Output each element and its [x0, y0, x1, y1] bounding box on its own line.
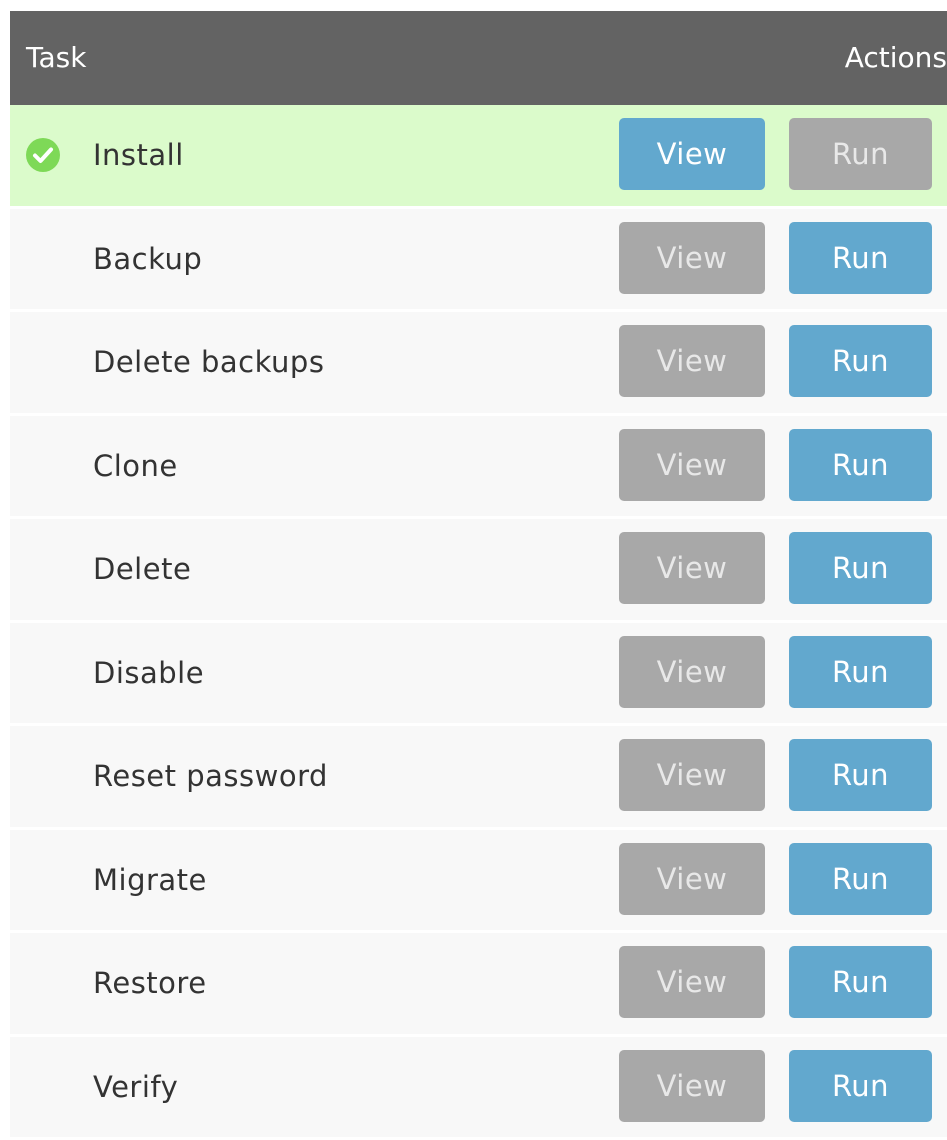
table-row: Delete View Run: [10, 519, 947, 623]
task-label: Clone: [93, 449, 178, 483]
task-column-header: Task: [26, 41, 86, 74]
task-label: Disable: [93, 656, 204, 690]
view-button[interactable]: View: [619, 739, 765, 811]
table-row: Disable View Run: [10, 623, 947, 727]
task-label: Delete: [93, 552, 191, 586]
view-button[interactable]: View: [619, 843, 765, 915]
run-button[interactable]: Run: [789, 843, 932, 915]
task-label: Install: [93, 138, 184, 172]
table-row: Migrate View Run: [10, 830, 947, 934]
task-label: Backup: [93, 242, 202, 276]
view-button[interactable]: View: [619, 325, 765, 397]
table-body: InstallViewRunBackupViewRunDelete backup…: [10, 105, 947, 1140]
run-button[interactable]: Run: [789, 636, 932, 708]
task-label: Delete backups: [93, 345, 324, 379]
task-label: Restore: [93, 966, 207, 1000]
task-label: Reset password: [93, 759, 328, 793]
run-button[interactable]: Run: [789, 1050, 932, 1122]
view-button[interactable]: View: [619, 429, 765, 501]
run-button[interactable]: Run: [789, 325, 932, 397]
run-button[interactable]: Run: [789, 429, 932, 501]
actions-column-header: Actions: [845, 41, 947, 74]
table-row: Delete backups View Run: [10, 312, 947, 416]
table-row: Install View Run: [10, 105, 947, 209]
view-button[interactable]: View: [619, 946, 765, 1018]
run-button[interactable]: Run: [789, 222, 932, 294]
view-button[interactable]: View: [619, 1050, 765, 1122]
run-button[interactable]: Run: [789, 118, 932, 190]
table-header: Task Actions: [10, 11, 947, 105]
task-table: Task Actions Install View Run Backup View Run…: [10, 11, 947, 1140]
table-row: Verify View Run: [10, 1037, 947, 1140]
view-button[interactable]: View: [619, 532, 765, 604]
table-row: Reset password View Run: [10, 726, 947, 830]
task-label: Verify: [93, 1070, 178, 1104]
view-button[interactable]: View: [619, 636, 765, 708]
task-label: Migrate: [93, 863, 207, 897]
table-row: Clone View Run: [10, 416, 947, 520]
run-button[interactable]: Run: [789, 739, 932, 811]
view-button[interactable]: View: [619, 222, 765, 294]
table-row: Restore View Run: [10, 933, 947, 1037]
view-button[interactable]: View: [619, 118, 765, 190]
run-button[interactable]: Run: [789, 532, 932, 604]
table-row: Backup View Run: [10, 209, 947, 313]
run-button[interactable]: Run: [789, 946, 932, 1018]
check-circle-icon: [26, 138, 60, 172]
